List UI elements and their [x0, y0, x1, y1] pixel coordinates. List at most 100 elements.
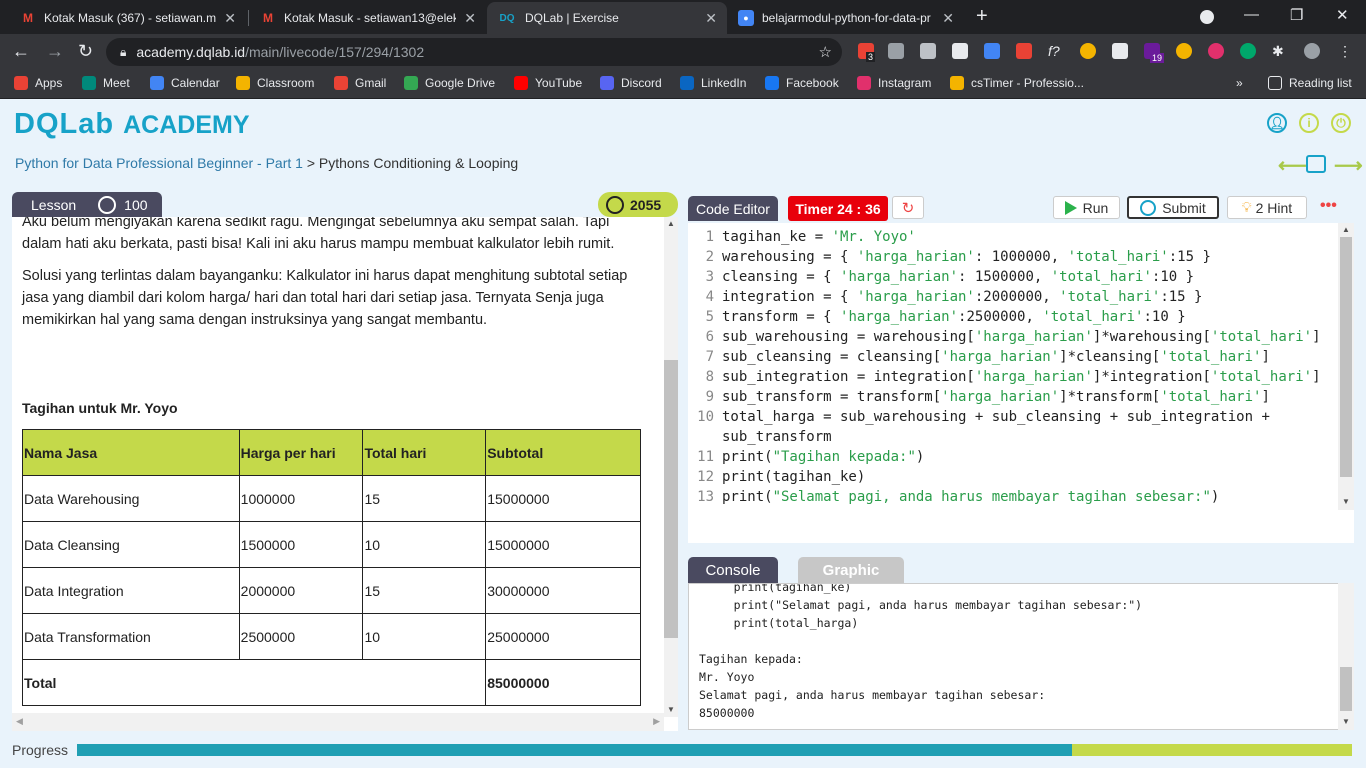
back-icon[interactable]: ←	[12, 41, 30, 61]
bookmark-gmail[interactable]: Gmail	[334, 76, 386, 90]
formula-extension-icon[interactable]: f?	[1048, 43, 1064, 59]
bookmark-instagram[interactable]: Instagram	[857, 76, 931, 90]
code-content[interactable]: tagihan_ke = 'Mr. Yoyo' warehousing = { …	[722, 227, 1334, 510]
browser-tab-belajarmodul[interactable]: ● belajarmodul-python-for-data-pr ✕	[728, 2, 964, 34]
code-editor-tab[interactable]: Code Editor	[688, 196, 778, 221]
bookmark-apps[interactable]: Apps	[14, 76, 62, 90]
scroll-down-icon[interactable]: ▼	[1342, 497, 1350, 506]
scroll-down-icon[interactable]: ▼	[1342, 717, 1350, 726]
table-cell: 10	[362, 521, 487, 568]
scroll-left-icon[interactable]: ◀	[16, 716, 23, 727]
submit-label: Submit	[1162, 199, 1206, 216]
dqlab-logo[interactable]: DQLab ACADEMY	[14, 108, 250, 141]
table-total-row: Total 85000000	[21, 659, 641, 706]
table-cell: Data Warehousing	[22, 475, 240, 522]
new-tab-button[interactable]: +	[976, 6, 988, 26]
breadcrumb-chapter: Pythons Conditioning & Looping	[318, 155, 519, 171]
user-profile-icon[interactable]: 👤︎	[1267, 113, 1287, 133]
bookmark-star-icon[interactable]: ☆	[819, 43, 832, 61]
reload-icon[interactable]: ↻	[78, 41, 93, 61]
bookmark-calendar[interactable]: Calendar	[150, 76, 220, 90]
table-row: Data Cleansing 1500000 10 15000000	[22, 521, 641, 568]
extension-icon[interactable]	[1208, 43, 1224, 59]
reading-list-icon	[1268, 76, 1282, 90]
lesson-horizontal-scrollbar[interactable]: ◀ ▶	[12, 713, 664, 731]
minimize-icon[interactable]: —	[1244, 6, 1259, 23]
editor-scrollbar[interactable]: ▲ ▼	[1338, 223, 1354, 510]
restore-icon[interactable]: ❐	[1290, 6, 1303, 24]
bookmark-linkedin[interactable]: LinkedIn	[680, 76, 746, 90]
graphic-tab[interactable]: Graphic	[798, 557, 904, 583]
gmail-icon: M	[263, 11, 273, 25]
scroll-up-icon[interactable]: ▲	[1342, 225, 1350, 234]
lesson-vertical-scrollbar[interactable]: ▲ ▼	[664, 217, 678, 717]
bookmark-meet[interactable]: Meet	[82, 76, 130, 90]
browser-tab-gmail-2[interactable]: M Kotak Masuk - setiawan13@elekt ✕	[250, 2, 486, 34]
extension-icon[interactable]	[1176, 43, 1192, 59]
reading-list-button[interactable]: Reading list	[1268, 76, 1352, 90]
avatar[interactable]	[1304, 43, 1320, 59]
extension-icon[interactable]	[920, 43, 936, 59]
bookmark-google-drive[interactable]: Google Drive	[404, 76, 495, 90]
submit-button[interactable]: Submit	[1127, 196, 1219, 219]
extension-icon[interactable]	[984, 43, 1000, 59]
bookmark-classroom[interactable]: Classroom	[236, 76, 314, 90]
tab-divider	[248, 10, 249, 26]
console-line: print("Selamat pagi, anda harus membayar…	[699, 598, 1143, 612]
lesson-text: Aku belum mengiyakan karena sedikit ragu…	[22, 217, 652, 341]
code-editor[interactable]: 1 2 3 4 5 6 7 8 9 10 11 12 13 tagihan_ke = 'Mr. Yoy…	[688, 223, 1354, 510]
profile-menu-icon[interactable]	[1200, 10, 1214, 24]
close-icon[interactable]: ✕	[942, 10, 954, 27]
browser-tab-gmail-1[interactable]: M Kotak Masuk (367) - setiawan.mo ✕	[10, 2, 246, 34]
scroll-down-icon[interactable]: ▼	[667, 705, 675, 714]
browser-tab-dqlab[interactable]: DQ DQLab | Exercise ✕	[487, 2, 727, 34]
extension-badge: 3	[866, 52, 876, 62]
next-arrow-icon[interactable]: ⟶	[1334, 153, 1363, 178]
close-icon[interactable]: ✕	[224, 10, 236, 27]
table-cell: Data Transformation	[22, 613, 240, 660]
scrollbar-thumb[interactable]	[664, 360, 678, 638]
reset-code-button[interactable]: ↻	[892, 196, 924, 219]
scrollbar-thumb[interactable]	[1340, 667, 1352, 711]
hint-label: 2 Hint	[1255, 199, 1293, 216]
close-icon[interactable]: ✕	[464, 10, 476, 27]
scrollbar-thumb[interactable]	[1340, 237, 1352, 477]
extension-icon[interactable]	[1112, 43, 1128, 59]
extension-icon[interactable]	[1240, 43, 1256, 59]
more-bookmarks-button[interactable]: »	[1236, 76, 1243, 90]
bookmark-discord[interactable]: Discord	[600, 76, 662, 90]
bookmark-facebook[interactable]: Facebook	[765, 76, 839, 90]
console-output: print(tagihan_ke) print("Selamat pagi, a…	[688, 583, 1354, 730]
bookmark-label: Apps	[35, 76, 63, 90]
breadcrumb-course[interactable]: Python for Data Professional Beginner - …	[15, 155, 303, 171]
more-options-icon[interactable]: •••	[1320, 197, 1337, 215]
extension-icon[interactable]	[888, 43, 904, 59]
hint-button[interactable]: 💡︎ 2 Hint	[1227, 196, 1307, 219]
extension-icon[interactable]	[1080, 43, 1096, 59]
logo-academy: ACADEMY	[123, 111, 250, 139]
extension-icon[interactable]	[952, 43, 968, 59]
previous-arrow-icon[interactable]: ⟵	[1278, 153, 1307, 178]
window-close-icon[interactable]: ✕	[1336, 6, 1349, 24]
bookmark-youtube[interactable]: YouTube	[514, 76, 582, 90]
scroll-right-icon[interactable]: ▶	[653, 716, 660, 727]
table-row: Data Warehousing 1000000 15 15000000	[22, 475, 641, 522]
extension-icon[interactable]	[1016, 43, 1032, 59]
extensions-puzzle-icon[interactable]: ✱	[1272, 43, 1288, 59]
scroll-up-icon[interactable]: ▲	[667, 219, 675, 228]
list-icon[interactable]	[1306, 155, 1326, 173]
info-icon[interactable]: i	[1299, 113, 1319, 133]
power-icon[interactable]: ⏻	[1331, 113, 1351, 133]
forward-icon[interactable]: →	[46, 41, 64, 61]
console-scrollbar[interactable]: ▼	[1338, 583, 1354, 730]
run-button[interactable]: Run	[1053, 196, 1120, 219]
table-row: Data Integration 2000000 15 30000000	[22, 567, 641, 614]
close-icon[interactable]: ✕	[705, 10, 717, 27]
bookmark-cstimer-professio[interactable]: csTimer - Professio...	[950, 76, 1084, 90]
table-cell: 15000000	[485, 521, 641, 568]
address-bar[interactable]: 🔒︎ academy.dqlab.id/main/livecode/157/29…	[106, 38, 842, 66]
lesson-tab[interactable]: Lesson 100	[12, 192, 162, 217]
kebab-menu-icon[interactable]: ⋮	[1338, 43, 1354, 59]
console-tab[interactable]: Console	[688, 557, 778, 583]
